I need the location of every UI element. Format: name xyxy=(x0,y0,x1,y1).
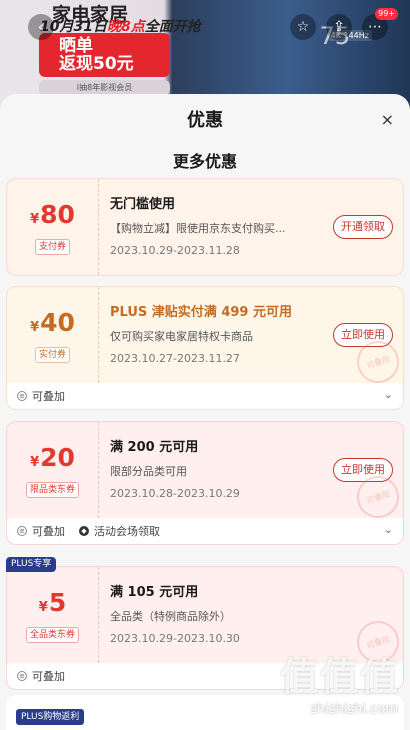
plus-exclusive-flag: PLUS专享 xyxy=(6,557,57,572)
stack-icon: ≡ xyxy=(17,671,27,681)
coupon-description: 限部分品类可用 xyxy=(110,465,187,478)
coupon-footer: ≡ 可叠加 ◆ 活动会场领取 ⌄ xyxy=(7,518,403,544)
chevron-left-icon[interactable]: ‹ xyxy=(28,14,54,40)
stackable-label: 可叠加 xyxy=(32,670,65,683)
coupon-card: ¥40 实付券 PLUS 津贴实付满 499 元可用 仅可购买家电家居特权卡商品… xyxy=(6,286,404,410)
message-badge: 99+ xyxy=(375,8,398,20)
coupon-amount-area: ¥80 支付券 xyxy=(7,179,99,275)
coupon-validity: 2023.10.29-2023.11.28 xyxy=(110,244,240,257)
coupon-description: 【购物立减】限使用京东支付购买... xyxy=(110,222,286,235)
coupon-amount: ¥5 xyxy=(38,587,67,617)
coupon-description: 全品类（特例商品除外） xyxy=(110,610,231,623)
more-icon[interactable]: ⋯ 99+ xyxy=(362,8,398,40)
coupon-card: ¥20 限品类东券 满 200 元可用 限部分品类可用 2023.10.28-2… xyxy=(6,421,404,545)
chevron-down-icon[interactable]: ⌄ xyxy=(384,523,393,536)
coupon-type-tag: 实付券 xyxy=(34,346,70,363)
chevron-down-icon[interactable]: ⌄ xyxy=(384,388,393,401)
coupon-amount: ¥40 xyxy=(30,307,75,337)
stackable-label: 可叠加 xyxy=(32,525,65,538)
coupon-footer: ≡ 可叠加 ⌄ xyxy=(7,383,403,409)
venue-claim-label: 活动会场领取 xyxy=(94,525,160,538)
watermark-logo: 值值值 xyxy=(279,655,400,699)
coupon-type-tag: 支付券 xyxy=(34,238,70,255)
activate-claim-button[interactable]: 开通领取 xyxy=(333,215,393,239)
coupon-card: ¥80 支付券 无门槛使用 【购物立减】限使用京东支付购买... 2023.10… xyxy=(6,178,404,276)
stack-icon: ≡ xyxy=(17,526,27,536)
discount-sheet: 优惠 × 更多优惠 ¥80 支付券 无门槛使用 【购物立减】限使用京东支付购买.… xyxy=(0,94,410,730)
star-icon[interactable]: ☆ xyxy=(290,14,316,40)
venue-icon: ◆ xyxy=(79,526,89,536)
coupon-amount: ¥20 xyxy=(30,442,75,472)
top-actions: ☆ ⇪ ⋯ 99+ xyxy=(290,8,398,40)
sheet-title: 优惠 xyxy=(187,110,223,131)
stackable-label: 可叠加 xyxy=(32,390,65,403)
stack-icon: ≡ xyxy=(17,391,27,401)
coupon-amount: ¥80 xyxy=(30,199,75,229)
share-icon[interactable]: ⇪ xyxy=(326,14,352,40)
cashback-banner: 晒单 返现50元 xyxy=(39,33,170,77)
section-title: 更多优惠 xyxy=(172,152,237,171)
plus-rebate-label: PLUS购物返利 xyxy=(16,709,85,725)
coupon-description: 仅可购买家电家居特权卡商品 xyxy=(110,330,253,343)
coupon-condition: PLUS 津贴实付满 499 元可用 xyxy=(110,305,292,320)
coupon-amount-area: ¥20 限品类东券 xyxy=(7,422,99,518)
coupon-condition: 无门槛使用 xyxy=(110,197,176,212)
coupon-type-tag: 限品类东券 xyxy=(25,481,79,498)
close-icon[interactable]: × xyxy=(381,110,394,129)
coupon-condition: 满 105 元可用 xyxy=(110,585,199,600)
coupon-amount-area: ¥40 实付券 xyxy=(7,287,99,383)
coupon-amount-area: ¥5 全品类东券 xyxy=(7,567,99,663)
coupon-condition: 满 200 元可用 xyxy=(110,440,199,455)
watermark-url: zhizhizhi.com xyxy=(310,702,398,717)
coupon-type-tag: 全品类东券 xyxy=(25,626,79,643)
